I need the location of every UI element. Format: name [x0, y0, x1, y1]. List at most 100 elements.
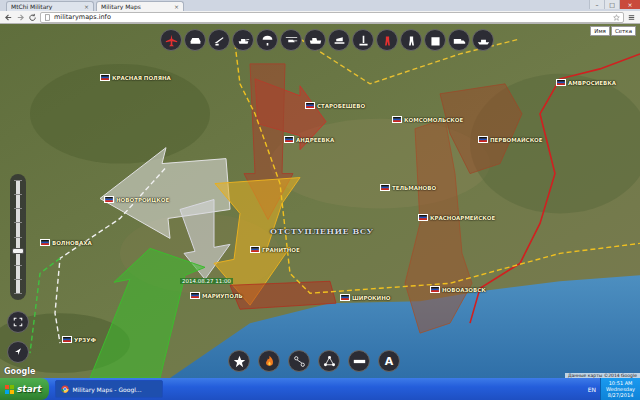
google-logo: Google: [4, 367, 35, 376]
unit-tool-button[interactable]: [352, 29, 374, 51]
screen: MtChi Military ×Military Maps × –□× mili…: [0, 0, 640, 400]
window-button[interactable]: ×: [619, 0, 640, 9]
parachute-icon: [261, 34, 274, 47]
place-marker[interactable]: АНДРЕЕВКА: [284, 136, 334, 143]
place-marker[interactable]: ШИРОКИНО: [340, 294, 390, 301]
flag-icon: [380, 184, 390, 191]
flag-icon: [62, 336, 72, 343]
zoom-knob[interactable]: [12, 248, 24, 254]
place-marker[interactable]: КРАСНОАРМЕЙСКОЕ: [418, 214, 495, 221]
place-marker[interactable]: СТАРОБЕШЕВО: [305, 102, 365, 109]
layer-buttons: ИмяСетка: [590, 26, 636, 36]
place-marker[interactable]: НОВОТРОИЦКОЕ: [104, 196, 169, 203]
clock[interactable]: 10:51 AM Wednesday 8/27/2014: [606, 380, 635, 398]
flag-icon: [284, 136, 294, 143]
navigation-arrow-icon: [12, 346, 24, 358]
place-marker[interactable]: КРАСНАЯ ПОЛЯНА: [100, 74, 171, 81]
layer-button[interactable]: Сетка: [611, 26, 636, 36]
fullscreen-button[interactable]: [7, 311, 29, 333]
flag-icon: [418, 214, 428, 221]
line-tool[interactable]: [348, 350, 370, 372]
place-marker[interactable]: ГРАНИТНОЕ: [250, 246, 300, 253]
unit-tool-button[interactable]: [304, 29, 326, 51]
back-icon[interactable]: [4, 13, 13, 22]
unit-tool-button[interactable]: [256, 29, 278, 51]
route-line: [55, 169, 165, 344]
unit-tool-button[interactable]: [328, 29, 350, 51]
truck-icon: [453, 34, 466, 47]
reload-icon[interactable]: [28, 13, 37, 22]
window-button[interactable]: –: [589, 0, 604, 9]
fullscreen-icon: [12, 316, 24, 328]
border-line: [470, 54, 640, 323]
control-zone: [440, 84, 522, 174]
unit-tool-button[interactable]: [184, 29, 206, 51]
unit-tool-button[interactable]: [424, 29, 446, 51]
unit-tool-button[interactable]: [280, 29, 302, 51]
start-button[interactable]: start: [0, 378, 49, 400]
plane-icon: [165, 34, 178, 47]
infantry-icon: [405, 34, 418, 47]
flag-icon: [556, 79, 566, 86]
address-bar[interactable]: militarymaps.info: [40, 12, 624, 23]
browser-tab[interactable]: MtChi Military ×: [6, 1, 94, 11]
bar-icon: [353, 355, 366, 368]
place-marker[interactable]: АМВРОСИЕВКА: [556, 79, 616, 86]
unit-tool-button[interactable]: [472, 29, 494, 51]
unit-tool-button[interactable]: [400, 29, 422, 51]
tab-close-button[interactable]: ×: [174, 3, 179, 10]
place-marker[interactable]: ПЕРВОМАЙСКОЕ: [478, 136, 543, 143]
route-line: [235, 44, 640, 293]
flag-icon: [104, 196, 114, 203]
artillery-icon: [213, 34, 226, 47]
place-marker[interactable]: ВОЛНОВАХА: [40, 239, 92, 246]
text-tool[interactable]: A: [378, 350, 400, 372]
unit-tool-button[interactable]: [376, 29, 398, 51]
flag-icon: [40, 239, 50, 246]
taskbar-item[interactable]: Military Maps - Googl...: [55, 380, 163, 398]
ship-icon: [477, 34, 490, 47]
locate-button[interactable]: [7, 341, 29, 363]
polygon-tool[interactable]: [318, 350, 340, 372]
helicopter-icon: [285, 34, 298, 47]
menu-icon[interactable]: [627, 13, 636, 22]
control-zone: [230, 281, 336, 309]
flag-icon: [100, 74, 110, 81]
map-banner: ОТСТУПЛЕНИЕ ВСУ: [270, 226, 374, 236]
page-icon: [44, 14, 51, 21]
flag-icon: [305, 102, 315, 109]
browser-tab[interactable]: Military Maps ×: [96, 1, 184, 11]
unit-tool-button[interactable]: [232, 29, 254, 51]
unit-tool-button[interactable]: [208, 29, 230, 51]
zoom-slider[interactable]: [10, 174, 26, 300]
route-line: [30, 258, 60, 353]
sea: [170, 275, 640, 378]
window-button[interactable]: □: [604, 0, 619, 9]
place-marker[interactable]: НОВОАЗОВСК: [430, 286, 486, 293]
fire-tool[interactable]: [258, 350, 280, 372]
unit-toolbar: [160, 29, 494, 51]
browser-toolbar: militarymaps.info: [0, 11, 640, 24]
flag-icon: [190, 292, 200, 299]
map[interactable]: ОТСТУПЛЕНИЕ ВСУ КРАСНАЯ ПОЛЯНА СТАРОБЕШЕ…: [0, 24, 640, 378]
forward-icon[interactable]: [16, 13, 25, 22]
rocket-launcher-icon: [333, 34, 346, 47]
star-tool[interactable]: [228, 350, 250, 372]
map-attribution: Данные карты ©2014 Google: [565, 373, 640, 378]
bookmark-star-icon[interactable]: [613, 14, 620, 21]
place-marker[interactable]: МАРИУПОЛЬ: [190, 292, 243, 299]
language-indicator[interactable]: EN: [584, 386, 600, 393]
place-marker[interactable]: УРЗУФ: [62, 336, 96, 343]
route-icon: [293, 355, 306, 368]
flag-icon: [392, 116, 402, 123]
unit-tool-button[interactable]: [160, 29, 182, 51]
layer-button[interactable]: Имя: [590, 26, 610, 36]
soldier-icon: [381, 34, 394, 47]
windows-logo-icon: [5, 385, 14, 394]
place-marker[interactable]: ТЕЛЬМАНОВО: [380, 184, 436, 191]
place-marker[interactable]: КОМСОМОЛЬСКОЕ: [392, 116, 463, 123]
tab-close-button[interactable]: ×: [84, 3, 89, 10]
unit-tool-button[interactable]: [448, 29, 470, 51]
route-tool[interactable]: [288, 350, 310, 372]
flag-icon: [478, 136, 488, 143]
